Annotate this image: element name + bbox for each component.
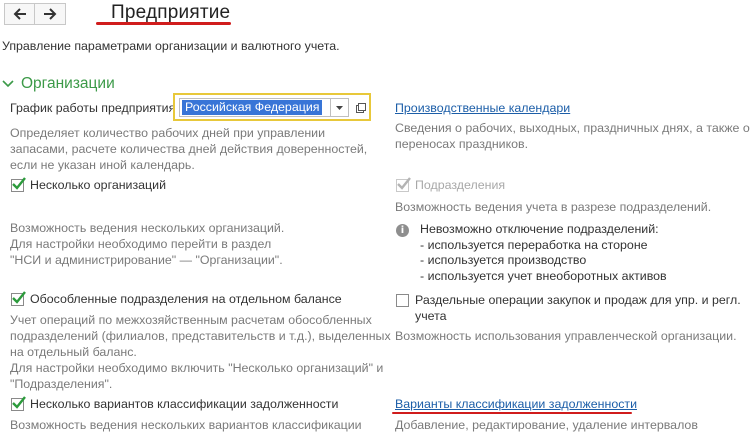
debt-link-highlight-underline bbox=[392, 412, 632, 414]
info-icon: i bbox=[396, 224, 409, 237]
separate-units-row: Обособленные подразделения на отдельном … bbox=[11, 290, 342, 306]
subdivisions-label: Подразделения bbox=[415, 178, 506, 192]
multi-org-row: Несколько организаций bbox=[11, 176, 166, 192]
section-toggle-organizations[interactable]: Организации bbox=[2, 75, 115, 93]
forward-button[interactable] bbox=[35, 3, 66, 25]
chevron-down-icon bbox=[2, 80, 14, 88]
page-title: Предприятие bbox=[111, 2, 231, 23]
checkmark-icon bbox=[12, 176, 26, 190]
separate-units-checkbox[interactable] bbox=[11, 290, 26, 306]
schedule-value: Российская Федерация bbox=[182, 100, 323, 115]
arrow-left-icon bbox=[13, 8, 26, 20]
calendars-hint: Сведения о рабочих, выходных, праздничны… bbox=[395, 121, 750, 151]
schedule-label: График работы предприятия: bbox=[10, 101, 179, 115]
separate-units-hint: Учет операций по межхозяйственным расчет… bbox=[10, 313, 391, 391]
schedule-dropdown-button[interactable] bbox=[331, 98, 349, 117]
title-highlight-underline bbox=[96, 22, 231, 25]
back-button[interactable] bbox=[4, 3, 35, 25]
section-title: Организации bbox=[21, 75, 115, 92]
schedule-hint: Определяет количество рабочих дней при у… bbox=[10, 126, 368, 172]
open-window-icon bbox=[356, 102, 366, 113]
separate-ops-label: Раздельные операции закупок и продаж для… bbox=[415, 293, 741, 323]
debt-variants-hint: Возможность ведения нескольких вариантов… bbox=[10, 418, 362, 432]
debt-variants-row: Несколько вариантов классификации задолж… bbox=[11, 395, 339, 411]
production-calendars-link[interactable]: Производственные календари bbox=[395, 101, 570, 115]
separate-units-label: Обособленные подразделения на отдельном … bbox=[30, 292, 342, 306]
checkmark-icon bbox=[12, 290, 26, 304]
separate-ops-hint: Возможность использования управленческой… bbox=[395, 329, 737, 343]
checkmark-icon bbox=[397, 176, 411, 190]
navigation-group bbox=[4, 3, 68, 25]
debt-link-hint: Добавление, редактирование, удаление инт… bbox=[395, 418, 698, 432]
debt-variants-label: Несколько вариантов классификации задолж… bbox=[30, 397, 339, 411]
multi-org-hint: Возможность ведения нескольких организац… bbox=[10, 221, 285, 267]
subdivisions-row: Подразделения bbox=[396, 176, 506, 192]
subdivisions-checkbox[interactable] bbox=[396, 176, 411, 192]
multi-org-label: Несколько организаций bbox=[30, 178, 166, 192]
checkmark-icon bbox=[12, 395, 26, 409]
debt-classification-link[interactable]: Варианты классификации задолженности bbox=[395, 397, 637, 411]
separate-ops-checkbox[interactable] bbox=[396, 294, 409, 307]
schedule-field: Российская Федерация bbox=[173, 93, 371, 121]
page-subtitle: Управление параметрами организации и вал… bbox=[2, 39, 340, 53]
subdivisions-info: Невозможно отключение подразделений: - и… bbox=[420, 222, 667, 283]
debt-variants-checkbox[interactable] bbox=[11, 395, 26, 411]
arrow-right-icon bbox=[44, 8, 57, 20]
schedule-input[interactable]: Российская Федерация bbox=[179, 98, 331, 117]
info-icon-wrap: i bbox=[396, 224, 410, 238]
subdivisions-hint: Возможность ведения учета в разрезе подр… bbox=[395, 200, 712, 214]
schedule-open-button[interactable] bbox=[353, 98, 369, 117]
multi-org-checkbox[interactable] bbox=[11, 176, 26, 192]
dropdown-arrow-icon bbox=[336, 105, 343, 110]
separate-ops-row: Раздельные операции закупок и продаж для… bbox=[396, 292, 741, 324]
